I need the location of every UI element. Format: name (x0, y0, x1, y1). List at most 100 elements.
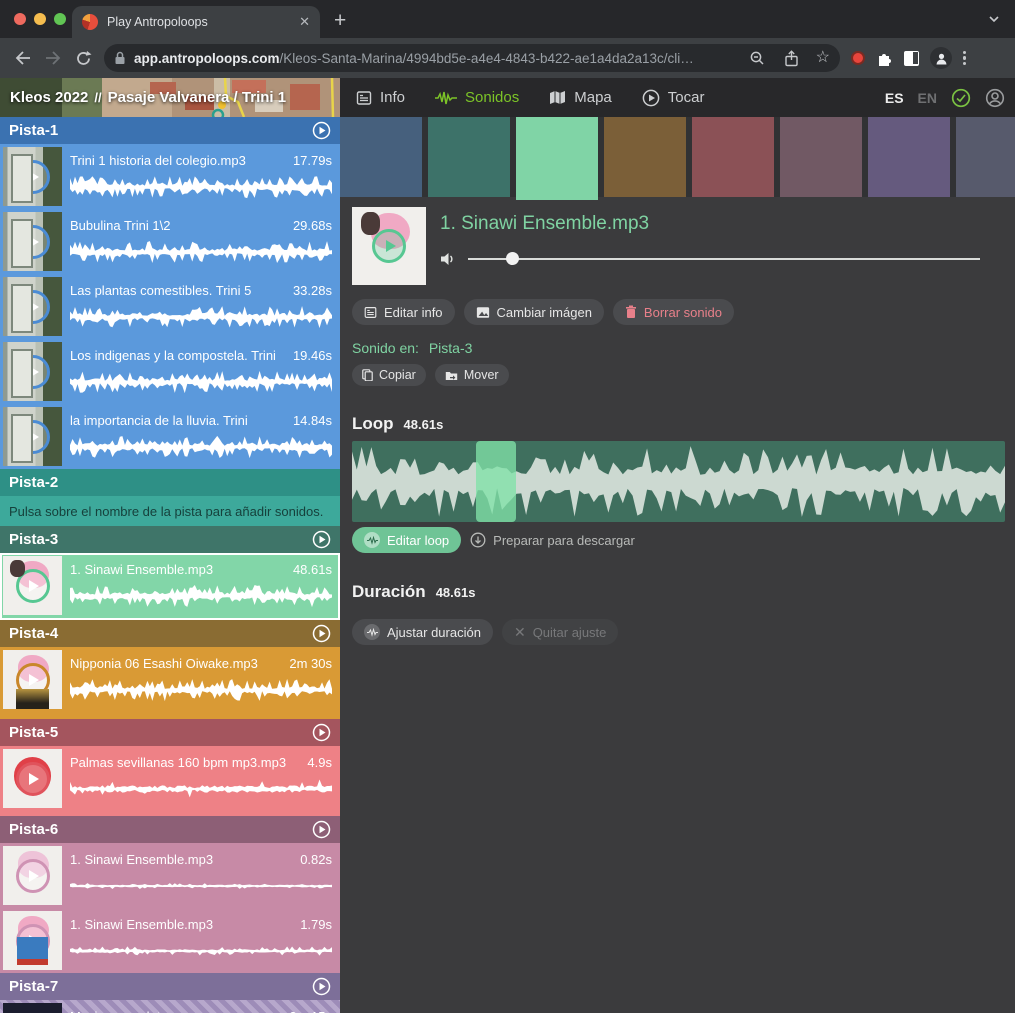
track-color-swatch-3[interactable] (516, 117, 598, 200)
clip-play-icon[interactable] (16, 420, 50, 454)
volume-slider-track[interactable] (468, 258, 980, 260)
sound-thumbnail[interactable] (352, 207, 426, 285)
track-color-swatch-7[interactable] (868, 117, 950, 197)
prepare-download-button[interactable]: Preparar para descargar (470, 527, 647, 553)
profile-avatar[interactable] (930, 47, 952, 69)
track-play-button[interactable] (312, 820, 331, 839)
track-color-swatch-2[interactable] (428, 117, 510, 197)
adjust-duration-button[interactable]: Ajustar duración (352, 619, 493, 645)
nav-tab-mapa[interactable]: Mapa (549, 89, 612, 106)
track-color-swatch-5[interactable] (692, 117, 774, 197)
change-image-button[interactable]: Cambiar imágen (464, 299, 604, 325)
track-color-swatch-8[interactable] (956, 117, 1015, 197)
track-play-button[interactable] (312, 530, 331, 549)
clip-item[interactable]: Nipponia 06 Esashi Oiwake.mp32m 30s (0, 647, 340, 719)
clip-item[interactable]: 1. Sinawi Ensemble.mp31.79s (0, 908, 340, 973)
copy-button[interactable]: Copiar (352, 364, 426, 386)
back-button[interactable] (8, 50, 38, 66)
delete-sound-button[interactable]: Borrar sonido (613, 299, 734, 325)
clip-waveform (70, 304, 332, 330)
track-header-pista-7[interactable]: Pista-7 (0, 973, 340, 1000)
track-header-pista-3[interactable]: Pista-3 (0, 526, 340, 553)
sound-play-icon[interactable] (372, 229, 406, 263)
clip-play-icon[interactable] (16, 569, 50, 603)
track-play-button[interactable] (312, 723, 331, 742)
tab-title: Play Antropoloops (107, 15, 290, 29)
account-icon[interactable] (985, 88, 1005, 108)
track-header-pista-1[interactable]: Pista-1 (0, 117, 340, 144)
track-play-button[interactable] (312, 121, 331, 140)
track-play-button[interactable] (312, 624, 331, 643)
clip-play-icon[interactable] (16, 225, 50, 259)
minimize-window-button[interactable] (34, 13, 46, 25)
track-play-button[interactable] (312, 977, 331, 996)
clip-play-icon[interactable] (16, 290, 50, 324)
track-header-pista-5[interactable]: Pista-5 (0, 719, 340, 746)
move-button[interactable]: Mover (435, 364, 509, 386)
clip-item[interactable]: Trini 1 historia del colegio.mp317.79s (0, 144, 340, 209)
close-window-button[interactable] (14, 13, 26, 25)
browser-menu-icon[interactable] (963, 51, 966, 66)
volume-slider-knob[interactable] (506, 252, 519, 265)
clip-play-icon[interactable] (16, 924, 50, 958)
clip-item[interactable]: 1. Sinawi Ensemble.mp30.82s (0, 843, 340, 908)
clip-play-icon[interactable] (16, 762, 50, 796)
loop-playhead-band[interactable] (476, 441, 516, 522)
macos-traffic-lights[interactable] (14, 13, 66, 25)
remove-adjust-button[interactable]: ✕ Quitar ajuste (502, 619, 618, 645)
clip-waveform (70, 369, 332, 395)
clip-item[interactable]: Los indigenas y la compostela. Trini19.4… (0, 339, 340, 404)
side-panel-icon[interactable] (904, 51, 919, 66)
clip-play-icon[interactable] (16, 663, 50, 697)
tab-close-icon[interactable]: ✕ (299, 14, 310, 30)
clip-play-icon[interactable] (16, 160, 50, 194)
clip-item[interactable]: 1. Sinawi Ensemble.mp348.61s (0, 553, 340, 620)
zoom-indicator-icon[interactable] (749, 50, 765, 66)
nav-tab-sonidos[interactable]: Sonidos (435, 89, 519, 106)
extensions-puzzle-icon[interactable] (876, 50, 893, 67)
lang-en-button[interactable]: EN (918, 90, 937, 106)
url-bar[interactable]: app.antropoloops.com/Kleos-Santa-Marina/… (104, 44, 840, 72)
track-color-swatch-1[interactable] (340, 117, 422, 197)
clip-waveform (70, 677, 332, 703)
app-header: Kleos 2022//Pasaje Valvanera / Trini 1 I… (0, 78, 1015, 117)
edit-info-button[interactable]: Editar info (352, 299, 455, 325)
track-color-swatch-6[interactable] (780, 117, 862, 197)
sound-in-track-link[interactable]: Pista-3 (429, 340, 473, 356)
track-header-pista-6[interactable]: Pista-6 (0, 816, 340, 843)
track-empty-hint: Pulsa sobre el nombre de la pista para a… (0, 496, 340, 526)
clip-item[interactable]: Musica completa2m 15s (0, 1000, 340, 1013)
maximize-window-button[interactable] (54, 13, 66, 25)
nav-tab-tocar[interactable]: Tocar (642, 89, 705, 107)
lang-es-button[interactable]: ES (885, 90, 904, 106)
share-icon[interactable] (784, 50, 799, 67)
browser-tab[interactable]: Play Antropoloops ✕ (72, 6, 320, 38)
clip-duration: 14.84s (293, 413, 332, 428)
reload-button[interactable] (68, 50, 98, 67)
recording-extension-icon[interactable] (851, 51, 865, 65)
clip-play-icon[interactable] (16, 859, 50, 893)
breadcrumb-path[interactable]: Pasaje Valvanera / Trini 1 (108, 89, 286, 106)
loop-waveform[interactable] (352, 441, 1005, 522)
edit-loop-button[interactable]: Editar loop (352, 527, 461, 553)
track-header-pista-4[interactable]: Pista-4 (0, 620, 340, 647)
nav-tab-info[interactable]: Info (356, 89, 405, 106)
bookmark-star-icon[interactable]: ☆ (816, 50, 830, 66)
clip-item[interactable]: la importancia de la lluvia. Trini14.84s (0, 404, 340, 469)
breadcrumb-map[interactable]: Kleos 2022//Pasaje Valvanera / Trini 1 (0, 78, 340, 117)
track-color-swatch-4[interactable] (604, 117, 686, 197)
clip-play-icon[interactable] (16, 355, 50, 389)
clip-item[interactable]: Las plantas comestibles. Trini 533.28s (0, 274, 340, 339)
new-tab-button[interactable]: + (334, 10, 346, 31)
breadcrumb[interactable]: Kleos 2022//Pasaje Valvanera / Trini 1 (0, 89, 286, 106)
clip-waveform (70, 776, 332, 802)
image-icon (476, 306, 490, 319)
check-circle-icon[interactable] (951, 88, 971, 108)
clip-item[interactable]: Bubulina Trini 1\229.68s (0, 209, 340, 274)
forward-button[interactable] (38, 50, 68, 66)
clip-item[interactable]: Palmas sevillanas 160 bpm mp3.mp34.9s (0, 746, 340, 816)
duration-heading: Duración48.61s (352, 582, 475, 602)
breadcrumb-project[interactable]: Kleos 2022 (10, 89, 88, 106)
track-header-pista-2[interactable]: Pista-2 (0, 469, 340, 496)
tab-search-chevron-icon[interactable] (987, 12, 1001, 26)
